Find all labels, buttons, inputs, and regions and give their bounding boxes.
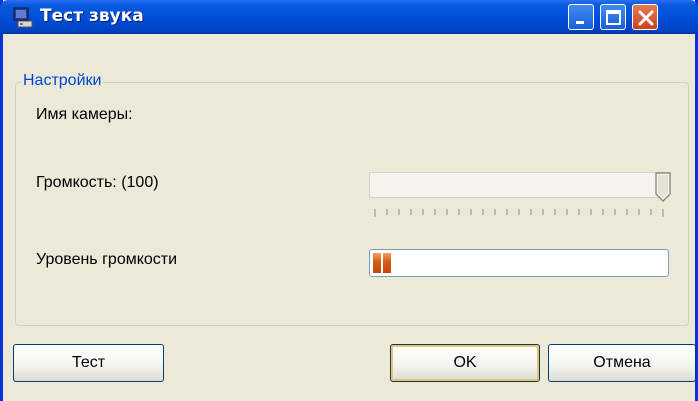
- volume-slider-track[interactable]: [369, 172, 669, 198]
- close-icon: [638, 10, 654, 26]
- maximize-button[interactable]: [600, 4, 626, 30]
- volume-level-fill: [373, 253, 391, 273]
- volume-level-label: Уровень громкости: [36, 251, 178, 268]
- volume-slider-ticks: [374, 209, 664, 217]
- volume-level-meter: [369, 249, 669, 277]
- level-segment: [383, 253, 391, 273]
- maximize-icon: [606, 10, 621, 25]
- ok-button[interactable]: OK: [390, 344, 540, 382]
- title-bar[interactable]: Тест звука: [0, 0, 698, 34]
- cancel-button[interactable]: Отмена: [548, 344, 696, 382]
- settings-group-label: Настройки: [21, 72, 104, 90]
- minimize-button[interactable]: [568, 4, 594, 30]
- volume-slider-thumb[interactable]: [655, 172, 671, 202]
- sound-test-dialog: Тест звука Настройки Имя камеры: Громкос…: [0, 0, 698, 401]
- camera-name-label: Имя камеры:: [36, 106, 133, 123]
- close-button[interactable]: [632, 4, 658, 30]
- level-segment: [373, 253, 381, 273]
- app-icon: [13, 7, 33, 28]
- window-title: Тест звука: [40, 6, 144, 26]
- volume-label: Громкость: (100): [36, 174, 159, 191]
- test-button[interactable]: Тест: [13, 344, 164, 382]
- minimize-icon: [576, 21, 584, 24]
